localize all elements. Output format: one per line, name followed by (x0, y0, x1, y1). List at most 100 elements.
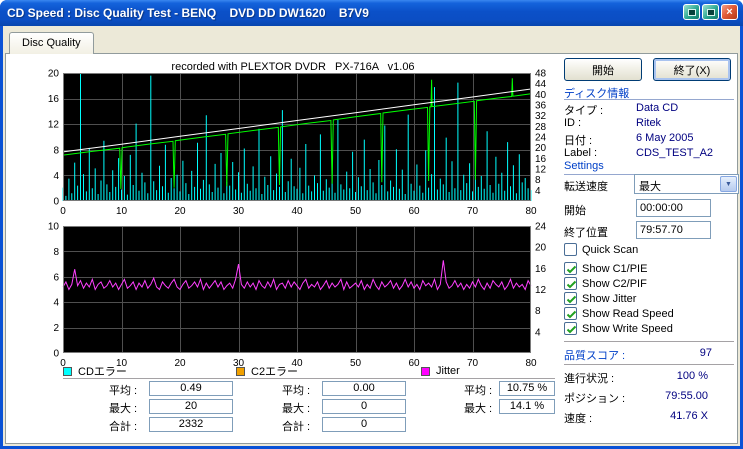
kv-label: タイプ : (564, 102, 603, 118)
svg-text:20: 20 (174, 206, 186, 217)
kv-label: 日付 : (564, 132, 592, 148)
stat-group: C2エラー 平均 : 0.00 最大 : 0 合計 : 0 (236, 364, 412, 435)
kv-label: ポジション : (564, 390, 625, 406)
window-title: CD Speed : Disc Quality Test - BENQ DVD … (0, 6, 369, 20)
checkbox-row[interactable]: Show C2/PIF (564, 276, 734, 291)
svg-text:32: 32 (535, 111, 547, 122)
chevron-down-icon[interactable]: ▼ (720, 176, 737, 192)
kv-value: 79:55.00 (665, 390, 708, 402)
svg-text:16: 16 (48, 94, 60, 105)
checkbox[interactable] (564, 292, 577, 305)
start-position-label: 開始 (564, 202, 586, 218)
svg-text:0: 0 (53, 197, 59, 208)
stat-row-label: 合計 : (109, 417, 149, 434)
checkbox-label: Show C2/PIF (582, 278, 647, 290)
disc-info-rows: タイプ : Data CD ID : Ritek 日付 : 6 May 2005… (564, 102, 734, 162)
minimize-icon (688, 9, 696, 16)
transfer-rate-label: 転送速度 (564, 178, 608, 194)
stat-name: Jitter (436, 365, 460, 377)
stat-row: 最大 : 20 (109, 399, 239, 417)
close-button[interactable]: × (721, 4, 738, 20)
svg-text:12: 12 (535, 165, 547, 176)
svg-text:4: 4 (535, 327, 541, 338)
kv-label: 速度 : (564, 410, 592, 426)
checkbox[interactable] (564, 322, 577, 335)
checkbox-row[interactable]: Quick Scan (564, 242, 734, 257)
svg-text:36: 36 (535, 101, 547, 112)
svg-text:70: 70 (467, 206, 479, 217)
svg-text:8: 8 (53, 145, 59, 156)
svg-text:4: 4 (53, 171, 59, 182)
svg-text:44: 44 (535, 79, 547, 90)
stat-row-value: 10.75 % (499, 381, 555, 396)
svg-text:80: 80 (525, 206, 537, 217)
key-value-row: 日付 : 6 May 2005 (564, 132, 734, 147)
transfer-rate-select[interactable]: 最大 ▼ (634, 174, 739, 194)
check-icon (565, 308, 578, 321)
stat-row: 合計 : 0 (282, 417, 412, 435)
stat-row: 最大 : 0 (282, 399, 412, 417)
checkbox-label: Show Read Speed (582, 308, 674, 320)
checkbox[interactable] (564, 243, 577, 256)
stat-row-value: 0 (322, 417, 406, 432)
maximize-icon (707, 9, 715, 16)
key-value-row: タイプ : Data CD (564, 102, 734, 117)
svg-text:40: 40 (535, 90, 547, 101)
stat-row: 合計 : 2332 (109, 417, 239, 435)
end-position-label: 終了位置 (564, 224, 608, 240)
checkbox-label: Show Jitter (582, 293, 636, 305)
check-icon (565, 293, 578, 306)
checkbox-label: Show C1/PIE (582, 263, 647, 275)
stat-row-label: 最大 : (464, 399, 499, 416)
svg-text:24: 24 (535, 133, 547, 144)
title-bar[interactable]: CD Speed : Disc Quality Test - BENQ DVD … (0, 0, 743, 26)
svg-text:20: 20 (535, 143, 547, 154)
stat-rows: 平均 : 0.49 最大 : 20 合計 : 2332 (63, 381, 239, 435)
checkbox-label: Show Write Speed (582, 323, 673, 335)
check-icon (565, 263, 578, 276)
svg-text:16: 16 (535, 264, 547, 275)
stat-color-swatch (421, 367, 430, 376)
stat-row-label: 合計 : (282, 417, 322, 434)
checkbox[interactable] (564, 262, 577, 275)
checkbox-row[interactable]: Show Write Speed (564, 321, 734, 336)
stat-row-label: 平均 : (282, 381, 322, 398)
svg-text:30: 30 (233, 206, 245, 217)
minimize-button[interactable] (683, 4, 700, 20)
stat-row-value: 20 (149, 399, 233, 414)
maximize-button[interactable] (702, 4, 719, 20)
checkbox-row[interactable]: Show Jitter (564, 291, 734, 306)
titlebar-buttons: × (683, 4, 738, 20)
svg-text:50: 50 (350, 206, 362, 217)
stat-row-label: 最大 : (282, 399, 322, 416)
svg-text:10: 10 (48, 222, 60, 233)
svg-text:10: 10 (116, 206, 128, 217)
divider (564, 364, 734, 366)
checkbox-row[interactable]: Show Read Speed (564, 306, 734, 321)
svg-text:8: 8 (535, 306, 541, 317)
stat-row-value: 0 (322, 399, 406, 414)
key-value-row: ID : Ritek (564, 117, 734, 132)
svg-text:24: 24 (535, 222, 547, 233)
window-body: Disc Quality recorded with PLEXTOR DVDR … (3, 26, 740, 446)
divider (564, 99, 734, 100)
checkbox[interactable] (564, 307, 577, 320)
stat-row: 平均 : 0.00 (282, 381, 412, 399)
stat-color-swatch (63, 367, 72, 376)
kv-value: 6 May 2005 (636, 132, 693, 144)
stat-row-value: 14.1 % (499, 399, 555, 414)
svg-text:20: 20 (48, 69, 60, 80)
start-position-input[interactable] (636, 199, 711, 217)
tab-page: recorded with PLEXTOR DVDR PX-716A v1.06… (5, 53, 738, 444)
quality-score-value: 97 (564, 347, 712, 359)
tab-disc-quality[interactable]: Disc Quality (9, 32, 94, 54)
close-icon: × (726, 7, 732, 18)
kv-value: 100 % (677, 370, 708, 382)
stat-row-label: 平均 : (109, 381, 149, 398)
checkbox[interactable] (564, 277, 577, 290)
check-icon (565, 323, 578, 336)
checkbox-row[interactable]: Show C1/PIE (564, 261, 734, 276)
end-position-input[interactable] (636, 221, 711, 239)
svg-text:8: 8 (535, 175, 541, 186)
svg-text:2: 2 (53, 323, 59, 334)
